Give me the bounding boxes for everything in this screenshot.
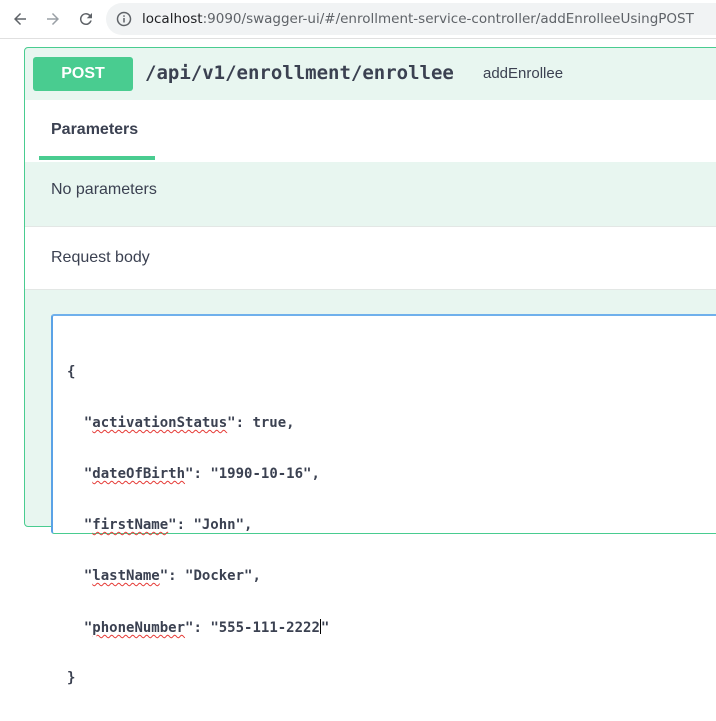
reload-icon (79, 13, 92, 26)
request-body-header: Request body (25, 226, 716, 290)
browser-toolbar: localhost:9090/swagger-ui/#/enrollment-s… (0, 0, 716, 39)
json-line: "lastName": "Docker", (67, 568, 261, 584)
info-icon[interactable] (116, 11, 132, 27)
json-value-tail: " (320, 620, 330, 636)
json-key: firstName (92, 517, 169, 533)
endpoint-path: /api/v1/enrollment/enrollee (145, 62, 454, 84)
json-close-brace: } (67, 670, 76, 686)
json-value: "1990-10-16" (210, 466, 312, 482)
json-line: "activationStatus": true, (67, 415, 295, 431)
json-open-brace: { (67, 364, 76, 380)
tab-parameters[interactable]: Parameters (39, 100, 155, 160)
json-line: "dateOfBirth": "1990-10-16", (67, 466, 320, 482)
url-text[interactable]: localhost:9090/swagger-ui/#/enrollment-s… (142, 11, 694, 27)
json-key: lastName (92, 568, 160, 584)
arrow-right-icon (47, 13, 59, 25)
arrow-left-icon (14, 13, 26, 25)
json-comma: , (244, 517, 253, 533)
json-value: "555-111-2222 (210, 620, 320, 636)
json-line: "firstName": "John", (67, 517, 253, 533)
json-comma: , (286, 415, 295, 431)
operation-block: POST /api/v1/enrollment/enrollee addEnro… (24, 47, 716, 686)
back-button[interactable] (10, 9, 30, 29)
method-badge: POST (33, 57, 133, 91)
json-line: "phoneNumber": "555-111-2222" (67, 619, 330, 636)
url-host: localhost (142, 11, 203, 27)
json-value: "John" (193, 517, 245, 533)
reload-button[interactable] (76, 9, 96, 29)
address-bar[interactable]: localhost:9090/swagger-ui/#/enrollment-s… (106, 3, 716, 35)
json-value: "Docker" (185, 568, 253, 584)
request-body-label: Request body (51, 249, 150, 266)
url-path: :9090/swagger-ui/#/enrollment-service-co… (202, 11, 694, 27)
tab-label: Parameters (51, 121, 139, 138)
operation-summary[interactable]: POST /api/v1/enrollment/enrollee addEnro… (25, 48, 716, 101)
tab-header: Parameters (25, 100, 716, 162)
json-comma: , (311, 466, 320, 482)
forward-button[interactable] (43, 9, 63, 29)
json-comma: , (252, 568, 261, 584)
operation-description: addEnrollee (483, 65, 564, 82)
json-key: dateOfBirth (92, 466, 186, 482)
no-parameters-text: No parameters (51, 181, 157, 198)
json-key: phoneNumber (92, 620, 186, 636)
json-code: { "activationStatus": true, "dateOfBirth… (67, 330, 329, 721)
json-value: true (252, 415, 287, 431)
json-key: activationStatus (92, 415, 228, 431)
request-body-editor[interactable]: { "activationStatus": true, "dateOfBirth… (51, 314, 716, 686)
